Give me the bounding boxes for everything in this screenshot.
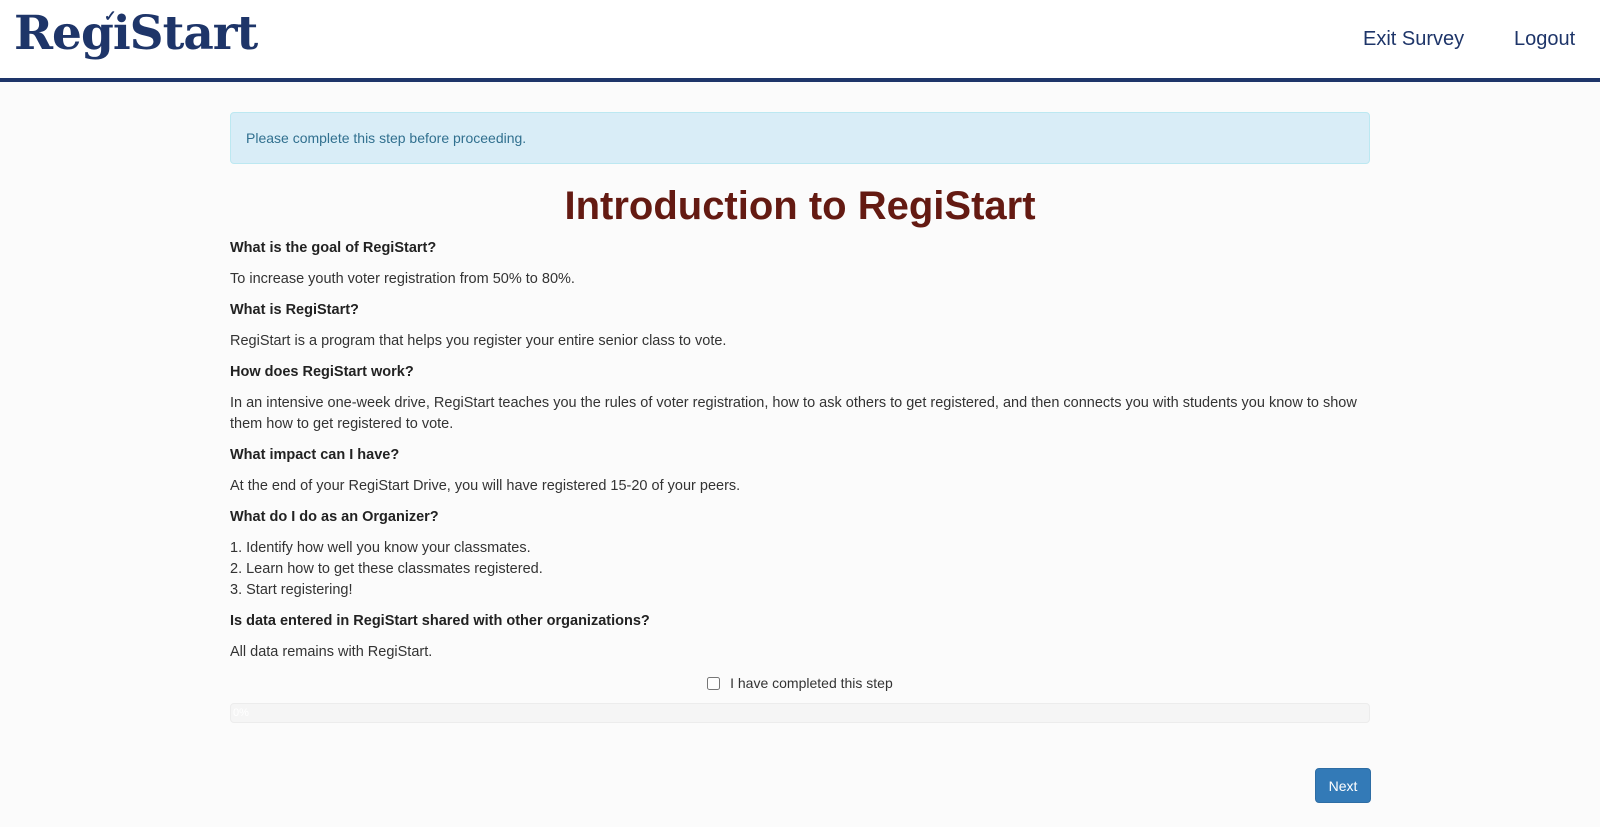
- faq-answer: To increase youth voter registration fro…: [230, 271, 575, 287]
- faq-section: What is the goal of RegiStart? To increa…: [230, 238, 1370, 663]
- progress-label: 0%: [233, 707, 249, 719]
- faq-answer: In an intensive one-week drive, RegiStar…: [230, 395, 1357, 432]
- faq-answer: All data remains with RegiStart.: [230, 644, 433, 660]
- checkmark-icon: ✓: [104, 7, 117, 25]
- completion-checkbox[interactable]: [707, 677, 721, 690]
- step-item: 1. Identify how well you know your class…: [230, 540, 531, 556]
- step-item: 3. Start registering!: [230, 582, 353, 598]
- logout-link[interactable]: Logout: [1514, 28, 1575, 51]
- faq-question: What do I do as an Organizer?: [230, 509, 439, 525]
- page-title: Introduction to RegiStart: [564, 184, 1036, 228]
- registart-logo[interactable]: RegiStart ✓: [14, 6, 258, 61]
- faq-question: What is RegiStart?: [230, 302, 359, 318]
- site-header: RegiStart ✓ Exit Survey Logout: [0, 0, 1600, 82]
- faq-question: What is the goal of RegiStart?: [230, 240, 437, 256]
- faq-answer: At the end of your RegiStart Drive, you …: [230, 478, 741, 494]
- progress-bar: 0%: [230, 703, 1370, 723]
- logo-text: RegiStart: [14, 6, 258, 61]
- next-button[interactable]: Next: [1315, 768, 1371, 803]
- organizer-steps-list: 1. Identify how well you know your class…: [230, 538, 1370, 601]
- completion-label-text: I have completed this step: [730, 675, 893, 691]
- faq-question: How does RegiStart work?: [230, 364, 414, 380]
- faq-question: What impact can I have?: [230, 447, 400, 463]
- exit-survey-link[interactable]: Exit Survey: [1363, 28, 1464, 51]
- step-item: 2. Learn how to get these classmates reg…: [230, 561, 543, 577]
- info-alert: Please complete this step before proceed…: [230, 112, 1370, 164]
- faq-question: Is data entered in RegiStart shared with…: [230, 613, 650, 629]
- main-content: Please complete this step before proceed…: [230, 112, 1370, 723]
- alert-text: Please complete this step before proceed…: [246, 130, 527, 146]
- completion-checkbox-row: I have completed this step: [230, 673, 1370, 693]
- completion-label[interactable]: I have completed this step: [707, 675, 893, 691]
- faq-answer: RegiStart is a program that helps you re…: [230, 333, 727, 349]
